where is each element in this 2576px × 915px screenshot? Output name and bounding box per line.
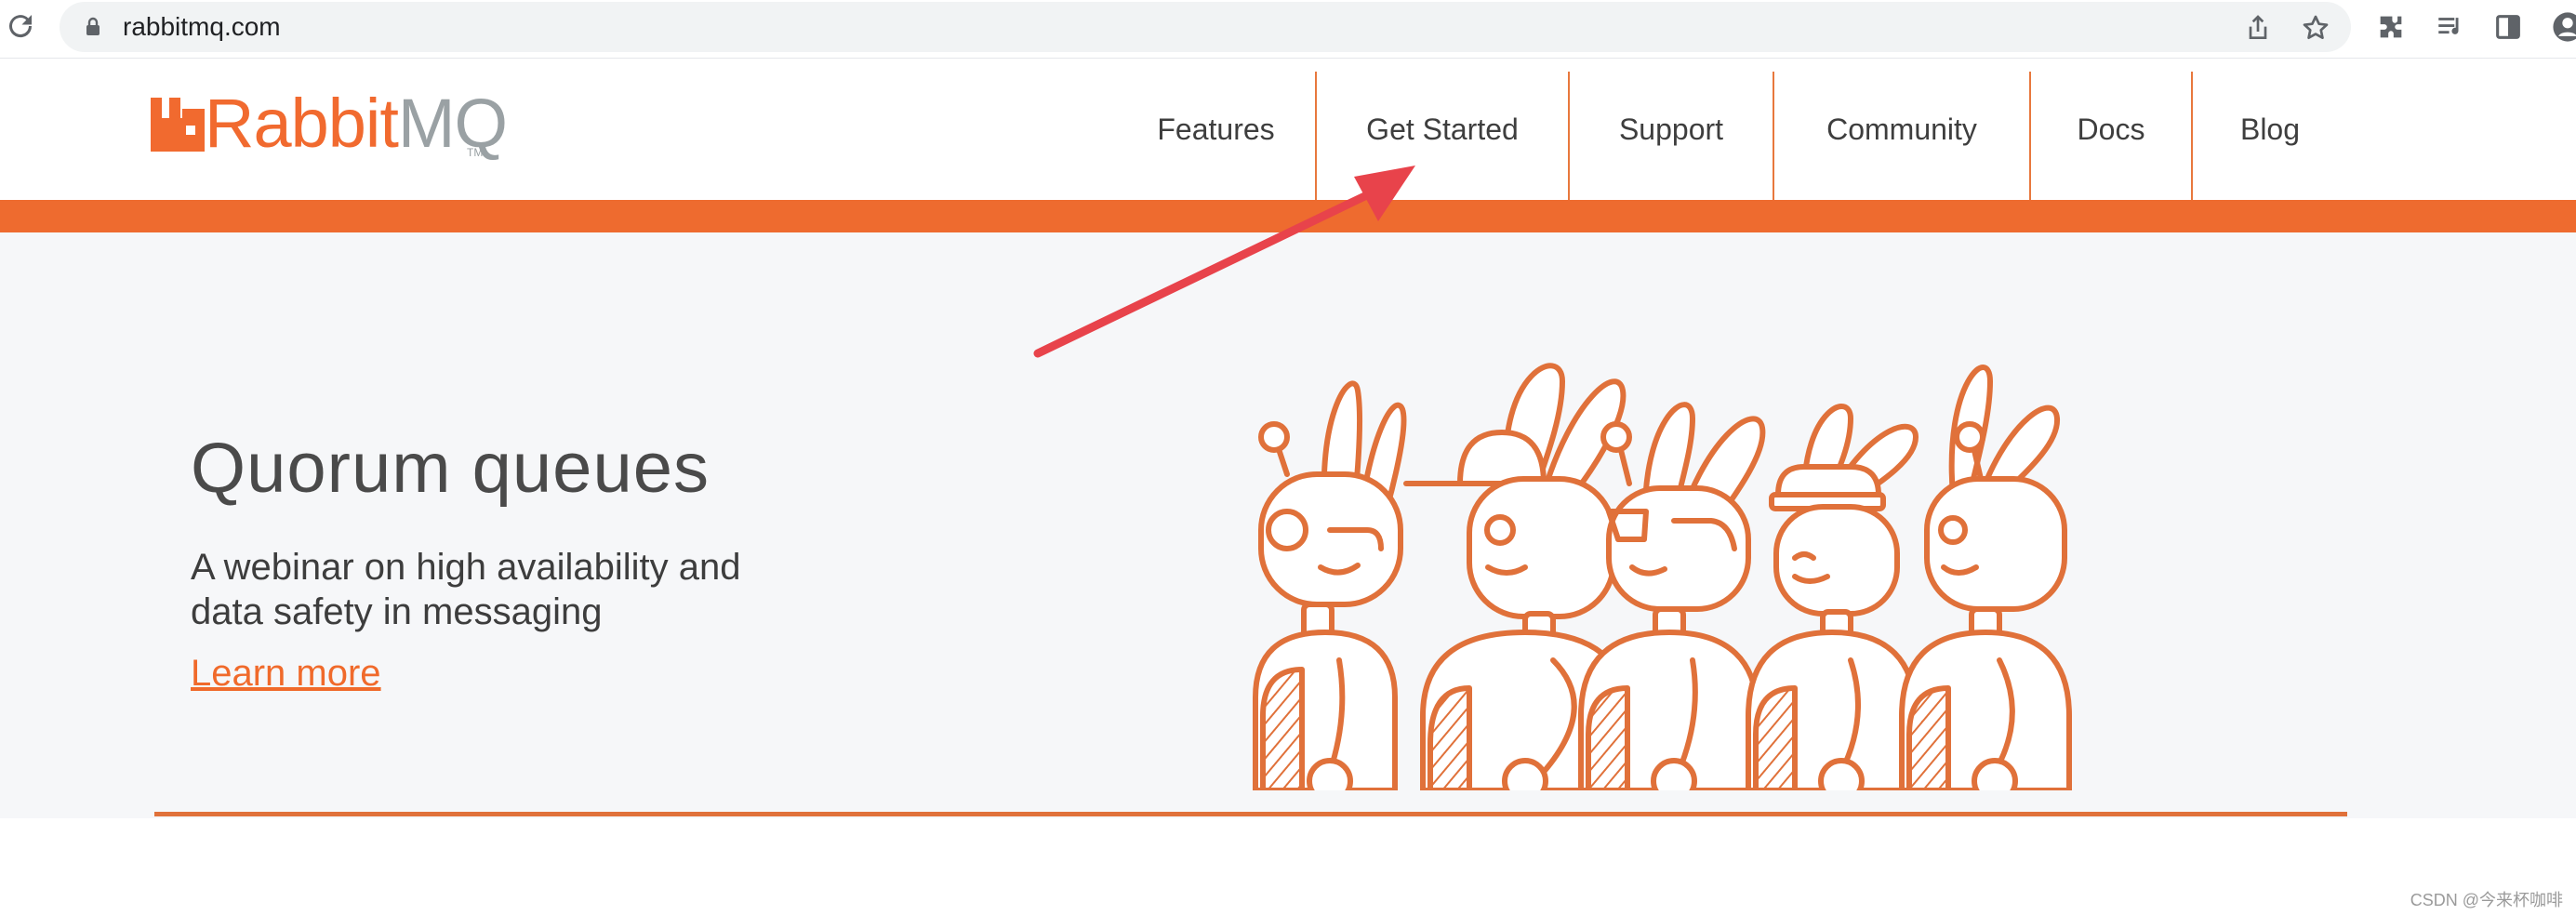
hero-banner: Quorum queues A webinar on high availabi… [0, 232, 2576, 818]
extensions-icon[interactable] [2375, 11, 2407, 43]
nav-community[interactable]: Community [1774, 59, 2029, 200]
learn-more-link[interactable]: Learn more [191, 653, 381, 695]
nav-blog[interactable]: Blog [2193, 59, 2347, 200]
profile-avatar-icon[interactable] [2552, 11, 2576, 43]
share-icon[interactable] [2243, 13, 2273, 43]
nav-docs[interactable]: Docs [2031, 59, 2191, 200]
side-panel-icon[interactable] [2492, 11, 2524, 43]
reload-icon[interactable] [4, 9, 37, 43]
rabbit-3 [1578, 402, 1766, 790]
watermark-text: CSDN @今来杯咖啡 [2410, 891, 2563, 909]
site-header: RabbitMQ TM Features Get Started Support… [0, 59, 2576, 200]
rabbit-4 [1746, 404, 1919, 790]
rabbit-1 [1253, 380, 1407, 790]
nav-support[interactable]: Support [1570, 59, 1773, 200]
hero-baseline [154, 812, 2347, 816]
hero-title: Quorum queues [191, 429, 710, 508]
rabbits-illustration [1253, 363, 2072, 790]
rabbit-5 [1899, 365, 2072, 790]
media-queue-icon[interactable] [2435, 11, 2466, 43]
nav-features[interactable]: Features [1121, 59, 1311, 200]
url-text[interactable]: rabbitmq.com [123, 13, 281, 41]
nav-get-started[interactable]: Get Started [1317, 59, 1568, 200]
bookmark-star-icon[interactable] [2301, 13, 2330, 43]
lock-icon [86, 17, 100, 35]
main-nav: Features Get Started Support Community D… [0, 59, 2576, 200]
hero-subtitle: A webinar on high availability and data … [191, 547, 741, 632]
address-bar[interactable]: rabbitmq.com [60, 2, 2351, 52]
header-accent-bar [0, 200, 2576, 232]
browser-toolbar: rabbitmq.com [0, 0, 2576, 59]
